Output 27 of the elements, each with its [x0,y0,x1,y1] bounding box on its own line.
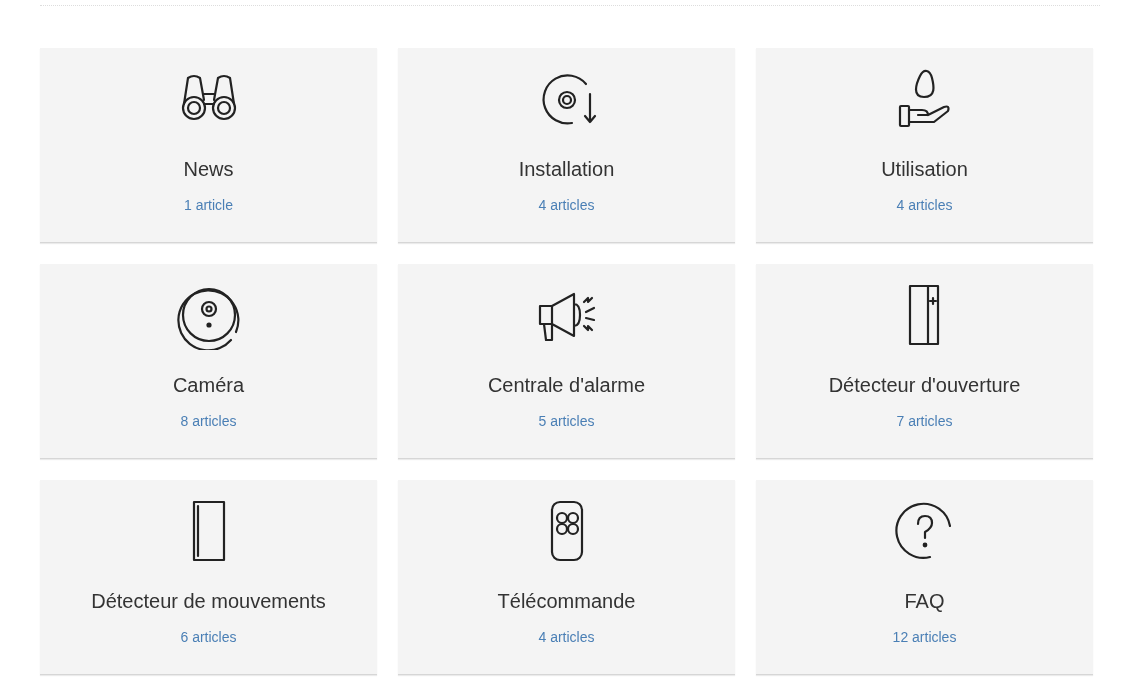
category-card[interactable]: Centrale d'alarme 5 articles [398,264,735,459]
article-count: 4 articles [896,197,953,213]
category-title: News [183,158,234,181]
category-title: FAQ [904,590,945,613]
category-card[interactable]: Télécommande 4 articles [398,480,735,675]
article-count: 5 articles [538,413,595,429]
article-count: 8 articles [180,413,237,429]
article-count: 4 articles [538,197,595,213]
category-title: Installation [518,158,615,181]
category-title: Télécommande [497,590,636,613]
category-title: Caméra [172,374,245,397]
category-card[interactable]: FAQ 12 articles [756,480,1093,675]
category-card[interactable]: Caméra 8 articles [40,264,377,459]
category-card[interactable]: Détecteur de mouvements 6 articles [40,480,377,675]
article-count: 7 articles [896,413,953,429]
category-card[interactable]: Détecteur d'ouverture 7 articles [756,264,1093,459]
category-title: Utilisation [881,158,968,181]
article-count: 4 articles [538,629,595,645]
category-card[interactable]: Installation 4 articles [398,48,735,243]
article-count: 6 articles [180,629,237,645]
category-card[interactable]: Utilisation 4 articles [756,48,1093,243]
category-title: Détecteur de mouvements [91,590,326,613]
category-title: Centrale d'alarme [487,374,646,397]
article-count: 1 article [184,197,233,213]
category-card[interactable]: News 1 article [40,48,377,243]
category-title: Détecteur d'ouverture [828,374,1021,397]
article-count: 12 articles [892,629,957,645]
